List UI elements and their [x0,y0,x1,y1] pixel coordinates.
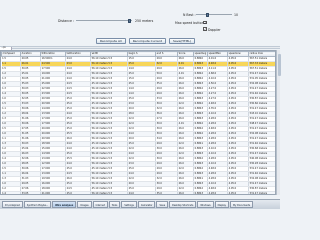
taskbar-item[interactable]: Calculator [137,201,156,208]
distance-slider-thumb[interactable] [128,18,131,23]
table-cell: 33.05 [20,191,41,194]
doppler-label: Doppler [208,27,221,32]
recompute-all-button[interactable]: Recompute All [96,38,126,44]
distance-label: Distance : [58,19,75,23]
max-speed-checkbox[interactable]: ✓ [203,20,207,24]
table-cell: 0.8843 [193,191,208,194]
table-cell: 24.0 [127,191,156,194]
doppler-checkbox[interactable]: ✓ [203,27,207,31]
taskbar: D:\code\pred SynPrism Playba... Wire analy… [0,199,280,209]
taskbar-item[interactable]: Images [77,201,92,208]
taskbar-item[interactable]: Wire analyses [52,201,77,208]
taskbar-item[interactable]: Display [214,201,230,208]
table-cell: 35.0 [155,191,178,194]
taskbar-item[interactable]: My Documents [230,201,254,208]
distance-value: 250 meters [135,19,154,23]
settings-panel: Distance : 250 meters N Best : 10 Max sp… [0,0,280,44]
table-vertical-scrollbar[interactable] [276,50,281,195]
nbest-slider[interactable] [196,12,232,17]
table-cell: 4.28.0 [207,191,228,194]
taskbar-item[interactable]: D:\code\pred [2,201,23,208]
nbest-value: 10 [234,13,239,17]
taskbar-item[interactable]: Windows [197,201,214,208]
distance-slider[interactable] [76,18,132,23]
table-cell: 56.10 meters 5.5 [90,191,128,194]
taskbar-item[interactable]: Internet [92,201,108,208]
scrollbar-thumb[interactable] [277,54,281,76]
nbest-slider-thumb[interactable] [206,12,209,17]
taskbar-item[interactable]: Settings [121,201,137,208]
taskbar-item[interactable]: Save [156,201,169,208]
recompute-current-button[interactable]: Recompute Current [128,38,166,44]
results-table: minSpeed duration tillDuration tailDuration… [1,51,275,194]
taskbar-item[interactable]: SynPrism Playba... [23,201,52,208]
results-table-container[interactable]: minSpeed duration tillDuration tailDuration… [0,50,276,195]
max-speed-label: Max speed button : [175,21,206,25]
table-cell: 26.0 [177,191,194,194]
table-cell: 4.05.0 [227,191,249,194]
nbest-label: N Best : [183,13,196,17]
table-cell: 1.4 [1,191,21,194]
table-cell: 21.000 [40,191,66,194]
taskbar-item[interactable]: Desktop Shortcuts [169,201,197,208]
nbest-slider-track [196,14,232,15]
taskbar-item[interactable]: Tools [108,201,121,208]
save-html-button[interactable]: Save(HTML) [168,38,196,44]
table-cell: 531.47 meters [248,191,275,194]
table-cell: 25.0 [65,191,91,194]
action-buttons: Recompute All Recompute Current Save(HTM… [96,38,196,44]
results-tab-strip: ...ps [0,46,280,50]
distance-slider-track [76,20,132,21]
table-row[interactable]: 1.4 33.05 21.000 25.0 56.10 meters 5.5 24.0 35… [1,191,275,194]
table-body: 1.5 20.05 16.500m 24.0 56.10 meters 5.5 15.0 2… [1,56,275,194]
